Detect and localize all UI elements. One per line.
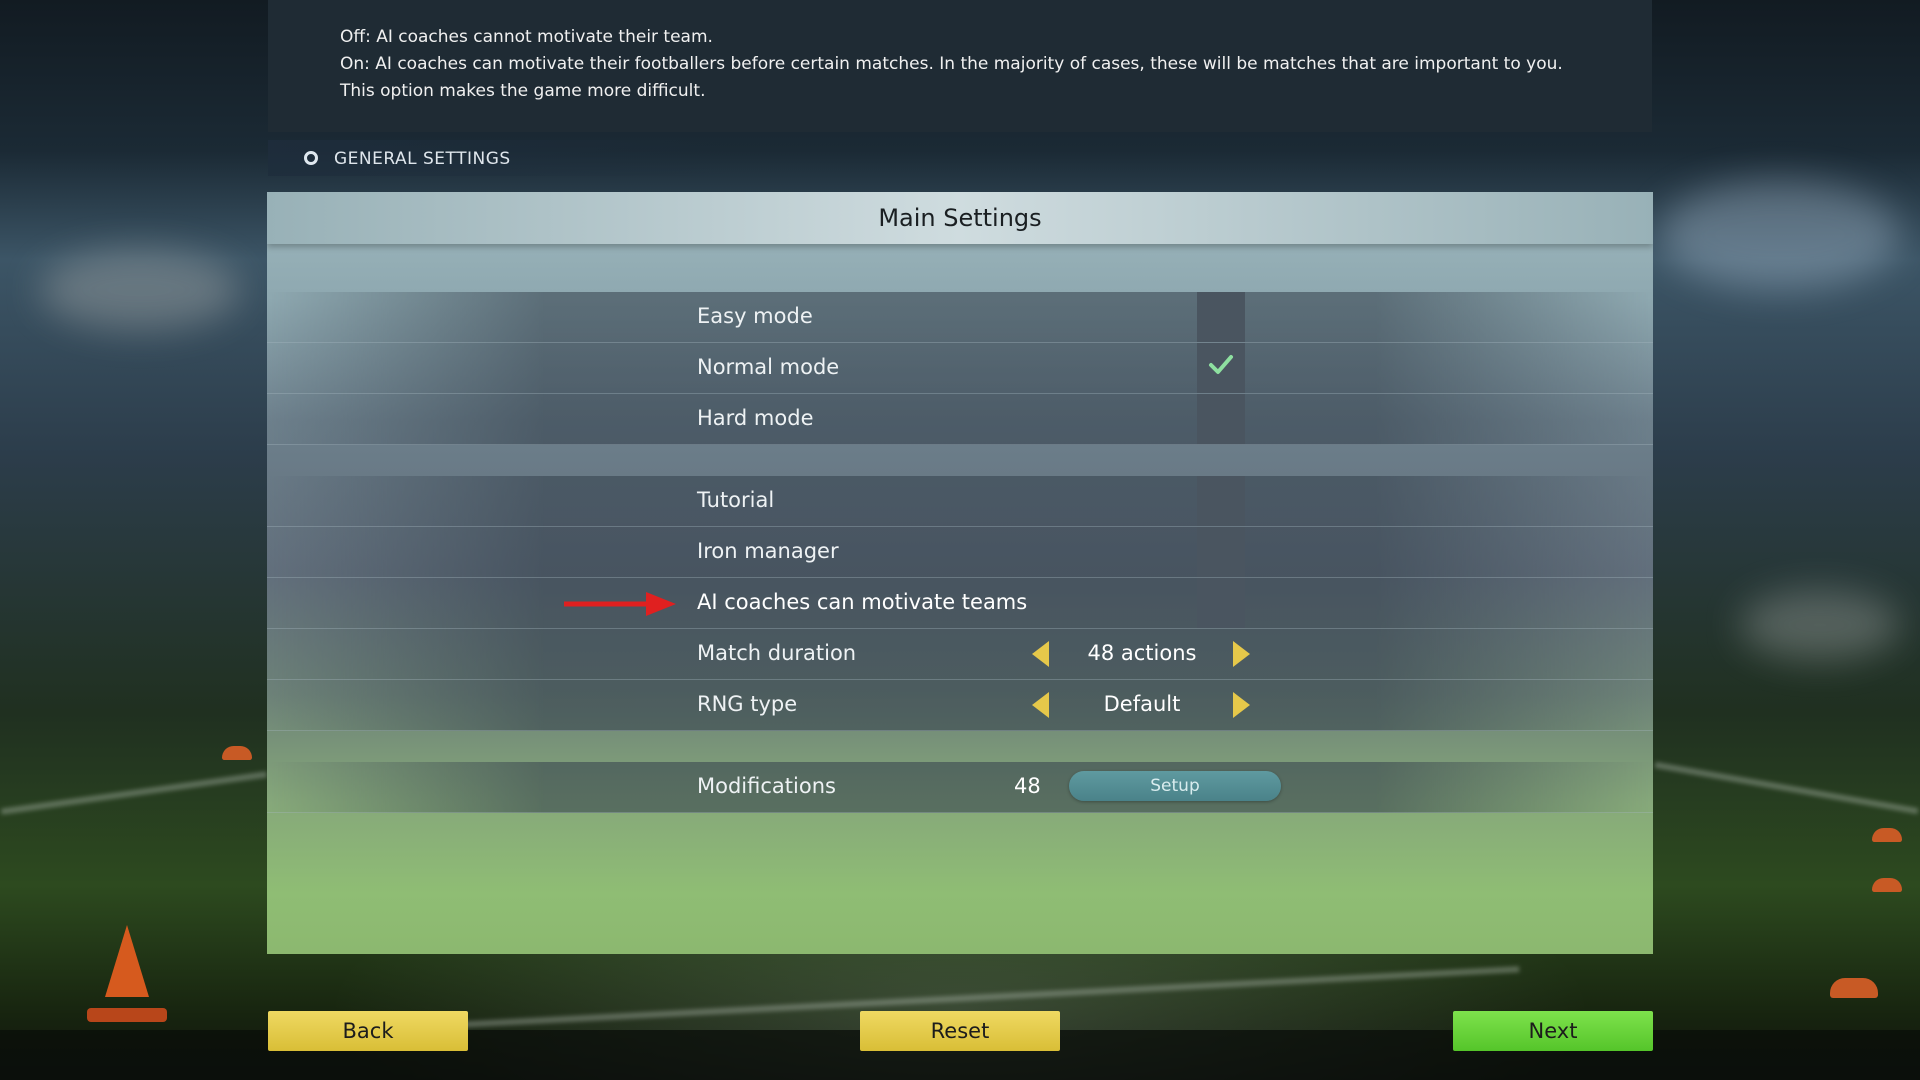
section-header: GENERAL SETTINGS <box>268 140 728 176</box>
stadium-light <box>40 250 240 330</box>
training-marker <box>1872 828 1902 842</box>
training-cone <box>105 925 149 997</box>
training-marker <box>1872 878 1902 892</box>
training-marker <box>1830 978 1878 998</box>
radio-icon <box>304 151 318 165</box>
setting-label: RNG type <box>697 692 798 716</box>
arrow-left-icon[interactable] <box>1032 692 1049 718</box>
setting-row-rng-type: RNG type Default <box>267 680 1653 731</box>
red-arrow-icon <box>564 592 676 616</box>
ai-coaches-motivate-checkbox[interactable] <box>1197 578 1245 628</box>
normal-mode-checkbox[interactable] <box>1197 343 1245 393</box>
description-on-text: On: AI coaches can motivate their footba… <box>340 54 1563 101</box>
description-off-text: Off: AI coaches cannot motivate their te… <box>340 27 713 47</box>
stadium-light <box>1660 180 1900 290</box>
setting-row-easy-mode[interactable]: Easy mode <box>267 292 1653 343</box>
setting-row-modifications: Modifications 48 Setup <box>267 762 1653 813</box>
rng-type-value: Default <box>1103 692 1181 716</box>
modifications-count: 48 <box>1014 774 1041 798</box>
setup-button[interactable]: Setup <box>1069 771 1281 801</box>
setting-label: Easy mode <box>697 304 813 328</box>
setting-label: Match duration <box>697 641 857 665</box>
arrow-right-icon[interactable] <box>1233 641 1250 667</box>
setting-label: Iron manager <box>697 539 839 563</box>
main-settings-panel: Main Settings Easy mode Normal mode Hard… <box>267 192 1653 954</box>
setting-label: Hard mode <box>697 406 814 430</box>
arrow-left-icon[interactable] <box>1032 641 1049 667</box>
pitch-line <box>1654 761 1919 815</box>
setting-row-tutorial[interactable]: Tutorial <box>267 476 1653 527</box>
setting-label: Modifications <box>697 774 836 798</box>
setting-label: Normal mode <box>697 355 840 379</box>
setting-row-normal-mode[interactable]: Normal mode <box>267 343 1653 394</box>
hard-mode-checkbox[interactable] <box>1197 394 1245 444</box>
setting-row-iron-manager[interactable]: Iron manager <box>267 527 1653 578</box>
panel-header: Main Settings <box>267 192 1653 244</box>
setting-row-match-duration: Match duration 48 actions <box>267 629 1653 680</box>
panel-title: Main Settings <box>878 204 1042 232</box>
setting-row-ai-coaches-motivate[interactable]: AI coaches can motivate teams <box>267 578 1653 629</box>
section-title: GENERAL SETTINGS <box>334 149 511 169</box>
setting-label: Tutorial <box>697 488 775 512</box>
iron-manager-checkbox[interactable] <box>1197 527 1245 577</box>
arrow-right-icon[interactable] <box>1233 692 1250 718</box>
checkmark-icon <box>1209 355 1233 374</box>
setting-row-hard-mode[interactable]: Hard mode <box>267 394 1653 445</box>
back-button[interactable]: Back <box>268 1011 468 1051</box>
easy-mode-checkbox[interactable] <box>1197 292 1245 342</box>
pitch-line <box>0 771 268 815</box>
reset-button[interactable]: Reset <box>860 1011 1060 1051</box>
option-description: Off: AI coaches cannot motivate their te… <box>268 0 1652 132</box>
next-button[interactable]: Next <box>1453 1011 1653 1051</box>
training-cone-base <box>87 1008 167 1022</box>
tutorial-checkbox[interactable] <box>1197 476 1245 526</box>
setting-label: AI coaches can motivate teams <box>697 590 1028 614</box>
stadium-light <box>1740 590 1900 660</box>
training-marker <box>222 746 252 760</box>
match-duration-value: 48 actions <box>1087 641 1197 665</box>
